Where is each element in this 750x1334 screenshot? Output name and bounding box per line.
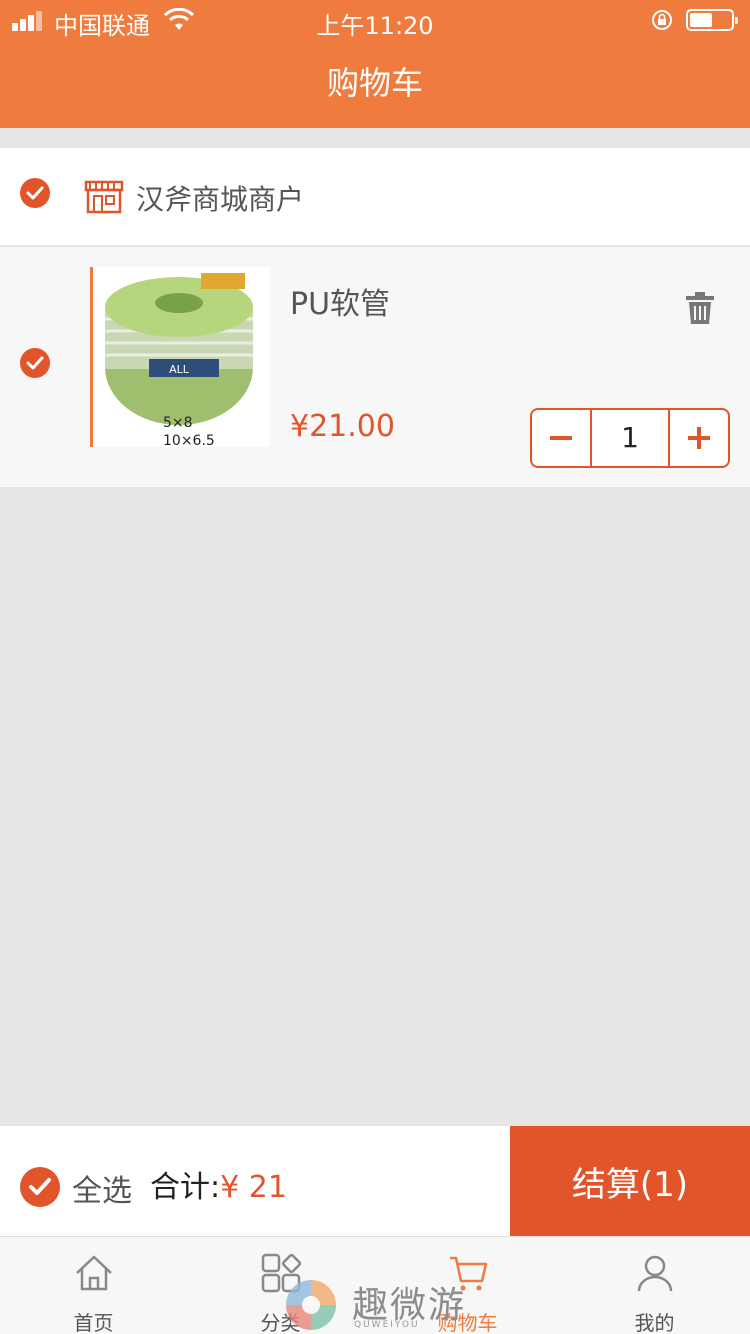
status-time: 上午11:20	[316, 12, 434, 40]
shop-name[interactable]: 汉斧商城商户	[136, 178, 304, 218]
rotation-lock-icon	[652, 10, 672, 30]
trash-icon[interactable]	[684, 291, 716, 325]
product-name[interactable]: PU软管	[290, 279, 390, 323]
cart-summary-bar: 全选 合计:¥ 21 结算(1)	[0, 1126, 750, 1236]
tab-home[interactable]: 首页	[0, 1237, 187, 1334]
total-amount: ¥ 21	[220, 1170, 287, 1205]
tab-profile-label: 我的	[634, 1311, 675, 1334]
tab-home-label: 首页	[73, 1311, 114, 1334]
plus-icon	[688, 427, 710, 449]
checkout-button[interactable]: 结算(1)	[510, 1126, 750, 1236]
svg-text:ALL: ALL	[169, 363, 190, 376]
product-price: ¥21.00	[290, 409, 395, 444]
increase-button[interactable]	[668, 410, 728, 466]
status-bar: 中国联通 上午11:20	[0, 0, 750, 40]
cart-icon	[450, 1256, 488, 1291]
header: 中国联通 上午11:20 购物车	[0, 0, 750, 128]
tab-profile[interactable]: 我的	[561, 1237, 748, 1334]
category-icon	[261, 1253, 301, 1293]
tab-cart-label: 购物车	[437, 1311, 498, 1334]
product-image[interactable]: ALL 5×8 10×6.5	[90, 267, 270, 447]
shop-select-checkbox[interactable]	[20, 178, 50, 208]
decrease-button[interactable]	[532, 410, 592, 466]
select-all-label[interactable]: 全选	[72, 1166, 132, 1210]
quantity-stepper: 1	[530, 408, 730, 468]
check-icon	[29, 1178, 51, 1195]
quantity-field[interactable]: 1	[592, 410, 668, 466]
tab-bar: 首页 分类 购物车 我的	[0, 1236, 750, 1334]
check-icon	[26, 186, 44, 200]
select-all-checkbox[interactable]	[20, 1167, 60, 1207]
home-icon	[76, 1255, 112, 1291]
cart-item: ALL 5×8 10×6.5 PU软管 ¥21.00 1	[0, 247, 750, 487]
product-size-label: 10×6.5	[163, 433, 215, 447]
tab-category-label: 分类	[260, 1311, 301, 1334]
profile-icon	[637, 1255, 673, 1292]
item-select-checkbox[interactable]	[20, 348, 50, 378]
total-label: 合计:	[150, 1170, 221, 1205]
total: 合计:¥ 21	[150, 1162, 287, 1206]
tab-cart[interactable]: 购物车	[374, 1237, 561, 1334]
store-icon	[84, 180, 124, 214]
shop-row: 汉斧商城商户	[0, 148, 750, 246]
battery-icon	[686, 9, 738, 31]
tab-category[interactable]: 分类	[187, 1237, 374, 1334]
minus-icon	[550, 436, 572, 440]
product-size-label: 5×8	[163, 415, 193, 431]
page-title: 购物车	[326, 64, 423, 102]
check-icon	[26, 356, 44, 370]
